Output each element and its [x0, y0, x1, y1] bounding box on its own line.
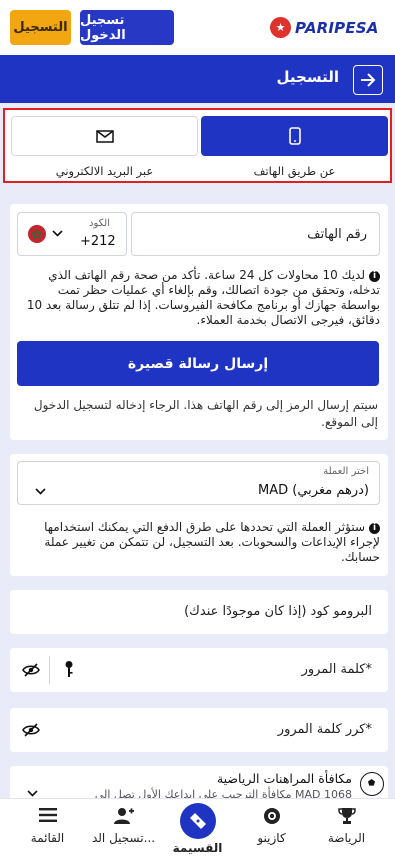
- trophy-icon: [307, 807, 386, 827]
- currency-value: MAD (درهم مغربي): [258, 483, 369, 498]
- register-button[interactable]: التسجيل: [10, 10, 71, 45]
- repeat-password-placeholder: كرر كلمة المرور*: [277, 722, 372, 737]
- page-title: التسجيل: [276, 68, 339, 86]
- top-bar: ★ PARIPESA تسجيل الدخول التسجيل: [0, 0, 395, 55]
- chevron-down-icon: [35, 480, 46, 499]
- nav-register-label: تسجيل الد...: [91, 831, 156, 845]
- login-button[interactable]: تسجيل الدخول: [80, 10, 174, 45]
- casino-chip-icon: [232, 807, 311, 827]
- phone-input[interactable]: رقم الهاتف: [131, 212, 380, 256]
- nav-sports[interactable]: الرياضة: [307, 807, 386, 845]
- sms-note: سيتم إرسال الرمز إلى رقم الهاتف هذا. الر…: [33, 398, 378, 429]
- soccer-ball-icon: [360, 772, 384, 796]
- phone-card: رقم الهاتف الكود +212 iلديك 10 محاولات ك…: [10, 204, 388, 440]
- currency-card: اختر العملة MAD (درهم مغربي) iستؤثر العم…: [10, 454, 388, 576]
- paripesa-logo[interactable]: ★ PARIPESA: [270, 17, 379, 38]
- nav-casino-label: كازينو: [257, 831, 286, 845]
- nav-menu[interactable]: القائمة: [8, 807, 87, 845]
- phone-icon: [288, 127, 301, 145]
- envelope-icon: [95, 129, 114, 143]
- nav-sports-label: الرياضة: [327, 831, 366, 845]
- back-arrow-icon[interactable]: [353, 65, 383, 95]
- bottom-navigation: القائمة تسجيل الد... القسيمة كازينو الري…: [0, 798, 395, 860]
- info-icon: i: [369, 523, 380, 534]
- morocco-flag-icon: [28, 225, 46, 243]
- tab-phone[interactable]: [201, 116, 388, 156]
- chevron-down-icon: [52, 226, 63, 240]
- logo-text: PARIPESA: [295, 18, 379, 37]
- nav-register[interactable]: تسجيل الد...: [84, 807, 163, 845]
- promo-code-input[interactable]: البرومو كود (إذا كان موجودًا عندك): [10, 590, 388, 634]
- password-placeholder: كلمة المرور*: [301, 662, 372, 677]
- nav-menu-label: القائمة: [30, 831, 65, 845]
- code-value: +212: [80, 234, 116, 249]
- nav-coupon-label: القسيمة: [172, 841, 223, 855]
- ticket-icon: [179, 803, 216, 839]
- country-code-select[interactable]: الكود +212: [17, 212, 127, 256]
- tab-email-label[interactable]: عبر البريد الالكتروني: [11, 164, 198, 178]
- eye-off-icon[interactable]: [22, 662, 40, 681]
- add-user-icon: [84, 807, 163, 827]
- attempts-info: iلديك 10 محاولات كل 24 ساعة. تأكد من صحة…: [17, 268, 380, 328]
- attempts-info-text: لديك 10 محاولات كل 24 ساعة. تأكد من صحة …: [26, 268, 380, 327]
- registration-method-selector: عن طريق الهاتف عبر البريد الالكتروني: [3, 108, 392, 183]
- star-icon: ★: [270, 17, 291, 38]
- nav-coupon[interactable]: القسيمة: [158, 803, 237, 855]
- nav-casino[interactable]: كازينو: [232, 807, 311, 845]
- currency-caption: اختر العملة: [323, 466, 369, 477]
- hamburger-icon: [8, 807, 87, 827]
- repeat-password-input[interactable]: كرر كلمة المرور*: [10, 708, 388, 752]
- currency-select[interactable]: اختر العملة MAD (درهم مغربي): [17, 461, 380, 505]
- page-title-bar: التسجيل: [0, 55, 395, 103]
- tab-phone-label[interactable]: عن طريق الهاتف: [201, 164, 388, 178]
- currency-info: iستؤثر العملة التي تحددها على طرق الدفع …: [17, 520, 380, 565]
- currency-info-text: ستؤثر العملة التي تحددها على طرق الدفع ا…: [44, 520, 380, 564]
- tab-email[interactable]: [11, 116, 198, 156]
- bonus-title: مكافأة المراهنات الرياضية: [216, 771, 352, 786]
- eye-off-icon[interactable]: [22, 722, 40, 741]
- phone-placeholder: رقم الهاتف: [307, 227, 367, 242]
- password-input[interactable]: كلمة المرور*: [10, 648, 388, 692]
- divider: [49, 656, 50, 684]
- send-sms-button[interactable]: إرسال رسالة قصيرة: [17, 341, 379, 386]
- promo-placeholder: البرومو كود (إذا كان موجودًا عندك): [184, 604, 372, 619]
- info-icon: i: [369, 271, 380, 282]
- code-caption: الكود: [89, 218, 110, 229]
- key-icon[interactable]: [64, 660, 74, 682]
